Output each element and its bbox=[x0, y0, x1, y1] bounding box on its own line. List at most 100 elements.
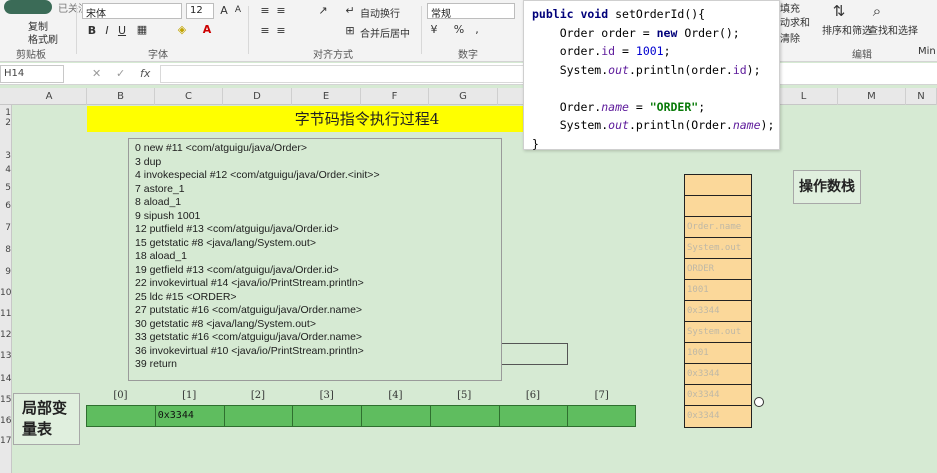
column-header[interactable]: C bbox=[155, 88, 223, 105]
orientation-icon[interactable]: ↗ bbox=[316, 4, 330, 17]
local-var-slot: 0x3344 bbox=[156, 406, 225, 426]
bytecode-instruction: 39 return bbox=[135, 358, 178, 370]
local-var-index: [1] bbox=[182, 390, 197, 401]
code-token: new bbox=[656, 25, 678, 40]
row-header[interactable]: 7 bbox=[0, 223, 12, 233]
align-top-icon[interactable]: ≡ bbox=[258, 4, 272, 17]
merge-icon[interactable]: ⊞ bbox=[343, 24, 357, 37]
find-select-icon[interactable]: ⌕ bbox=[870, 2, 884, 20]
local-var-slot bbox=[431, 406, 500, 426]
code-line: public void setOrderId(){ bbox=[532, 5, 771, 24]
bold-button[interactable]: B bbox=[85, 24, 99, 37]
row-header[interactable]: 3 bbox=[0, 151, 12, 161]
stack-slot: System.out bbox=[685, 238, 751, 259]
stack-slot: System.out bbox=[685, 322, 751, 343]
font-size-select[interactable]: 12 bbox=[186, 3, 214, 19]
bytecode-instruction: 33 getstatic #16 <com/atguigu/java/Order… bbox=[135, 331, 363, 343]
column-header[interactable]: M bbox=[838, 88, 906, 105]
function-icon[interactable]: fx bbox=[140, 67, 150, 80]
align-middle-icon[interactable]: ≡ bbox=[274, 4, 288, 17]
percent-icon[interactable]: % bbox=[452, 23, 466, 36]
sort-filter-button[interactable]: 排序和筛选 bbox=[822, 22, 872, 37]
row-header[interactable]: 6 bbox=[0, 201, 12, 211]
comma-icon[interactable]: , bbox=[470, 23, 484, 36]
row-header[interactable]: 17 bbox=[0, 436, 12, 446]
operand-stack-label: 操作数栈 bbox=[793, 170, 861, 204]
code-token: out bbox=[608, 62, 629, 77]
code-token: Order(); bbox=[677, 25, 740, 40]
shrink-font-icon[interactable]: A bbox=[231, 5, 245, 15]
bytecode-instruction: 8 aload_1 bbox=[135, 196, 182, 208]
format-painter-button[interactable]: 格式刷 bbox=[28, 31, 58, 46]
cancel-icon[interactable]: ✕ bbox=[92, 67, 101, 80]
local-variable-table-label: 局部变量表 bbox=[13, 393, 80, 445]
borders-icon[interactable]: ▦ bbox=[135, 23, 149, 36]
font-name-select[interactable]: 宋体 bbox=[82, 3, 182, 19]
stack-slot: 0x3344 bbox=[687, 411, 720, 421]
local-var-slot bbox=[225, 406, 294, 426]
code-token: = bbox=[628, 99, 650, 114]
operand-stack: Order.name System.out ORDER 1001 0x3344 Syste… bbox=[684, 174, 752, 428]
wrap-text-icon[interactable]: ↵ bbox=[343, 4, 357, 17]
merge-center-button[interactable]: 合并后居中 bbox=[360, 25, 410, 40]
align-left-icon[interactable]: ≡ bbox=[258, 24, 272, 37]
row-header[interactable]: 8 bbox=[0, 245, 12, 255]
column-header[interactable]: A bbox=[12, 88, 87, 105]
code-token: ); bbox=[760, 118, 775, 132]
name-box[interactable]: H14 bbox=[0, 65, 64, 83]
local-var-index: [5] bbox=[457, 390, 472, 401]
column-header[interactable]: E bbox=[292, 88, 361, 105]
sort-filter-icon[interactable]: ⇅ bbox=[832, 2, 846, 20]
underline-button[interactable]: U bbox=[115, 24, 129, 37]
clear-button[interactable]: 清除 bbox=[780, 30, 800, 45]
ribbon-separator bbox=[76, 6, 77, 54]
align-center-icon[interactable]: ≡ bbox=[274, 24, 288, 37]
row-header[interactable]: 12 bbox=[0, 330, 12, 340]
row-header[interactable]: 2 bbox=[0, 118, 12, 128]
row-header[interactable]: 4 bbox=[0, 165, 12, 175]
column-header[interactable]: D bbox=[223, 88, 292, 105]
row-header[interactable]: 15 bbox=[0, 395, 12, 405]
bytecode-instruction: 22 invokevirtual #14 <java/io/PrintStrea… bbox=[135, 277, 364, 289]
local-var-slot bbox=[500, 406, 569, 426]
bytecode-listing: 0 new #11 <com/atguigu/java/Order> 3 dup 4… bbox=[128, 138, 502, 381]
wrap-text-button[interactable]: 自动换行 bbox=[360, 5, 400, 20]
editing-group-label: 编辑 bbox=[852, 50, 872, 61]
excel-ribbon: 已关注 复制 格式刷 剪贴板 宋体 12 A A B I U ▦ ◈ A 字体 … bbox=[0, 0, 937, 62]
autosum-button[interactable]: 动求和 bbox=[780, 14, 810, 29]
enter-icon[interactable]: ✓ bbox=[116, 67, 125, 80]
italic-button[interactable]: I bbox=[100, 24, 114, 37]
row-header[interactable]: 10 bbox=[0, 288, 12, 298]
code-token: name bbox=[601, 99, 629, 114]
column-header[interactable]: L bbox=[770, 88, 838, 105]
find-select-button[interactable]: 查找和选择 bbox=[868, 22, 918, 37]
row-header[interactable]: 5 bbox=[0, 183, 12, 193]
local-var-index: [7] bbox=[594, 390, 609, 401]
column-header[interactable]: B bbox=[87, 88, 155, 105]
row-header[interactable]: 11 bbox=[0, 309, 12, 319]
java-code-panel: public void setOrderId(){ Order order = … bbox=[523, 0, 780, 151]
row-header[interactable]: 14 bbox=[0, 374, 12, 384]
currency-icon[interactable]: ¥ bbox=[427, 23, 441, 36]
code-token: Order. bbox=[532, 99, 602, 114]
stack-slot bbox=[685, 196, 751, 217]
code-token: id bbox=[732, 62, 747, 77]
number-format-select[interactable]: 常规 bbox=[427, 3, 515, 19]
code-line: order.id = 1001; bbox=[532, 42, 771, 61]
row-header[interactable]: 13 bbox=[0, 351, 12, 361]
local-var-slot bbox=[293, 406, 362, 426]
grow-font-icon[interactable]: A bbox=[217, 4, 231, 17]
column-header[interactable]: G bbox=[429, 88, 498, 105]
font-group-label: 字体 bbox=[148, 50, 168, 61]
row-header[interactable]: 16 bbox=[0, 416, 12, 426]
mouse-cursor-icon bbox=[754, 397, 764, 407]
row-header[interactable]: 1 bbox=[0, 108, 12, 118]
column-header[interactable]: F bbox=[361, 88, 429, 105]
bytecode-instruction: 12 putfield #13 <com/atguigu/java/Order.… bbox=[135, 223, 339, 235]
font-color-icon[interactable]: A bbox=[200, 23, 214, 36]
fill-color-icon[interactable]: ◈ bbox=[175, 23, 189, 36]
formula-input[interactable] bbox=[160, 65, 525, 83]
column-header[interactable]: N bbox=[906, 88, 937, 105]
row-header[interactable]: 9 bbox=[0, 267, 12, 277]
fill-button[interactable]: 填充 bbox=[780, 0, 800, 15]
